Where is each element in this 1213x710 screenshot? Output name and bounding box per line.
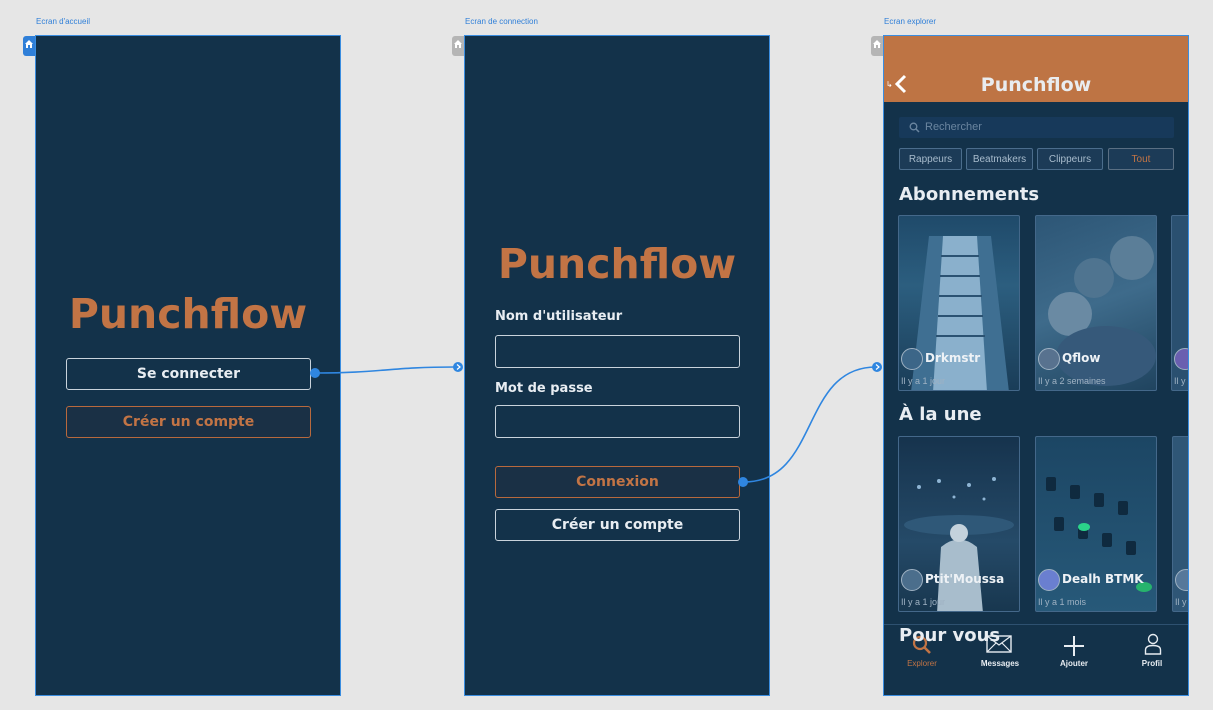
link-target-handle[interactable] [872,362,882,372]
for-you-title: Pour vous [899,625,1001,646]
link-origin-handle[interactable] [310,368,320,378]
prototype-links [310,362,882,487]
link-login-to-explore[interactable] [743,366,877,483]
link-home-to-login[interactable] [315,366,456,374]
link-target-handle[interactable] [453,362,463,372]
link-origin-handle[interactable] [738,477,748,487]
